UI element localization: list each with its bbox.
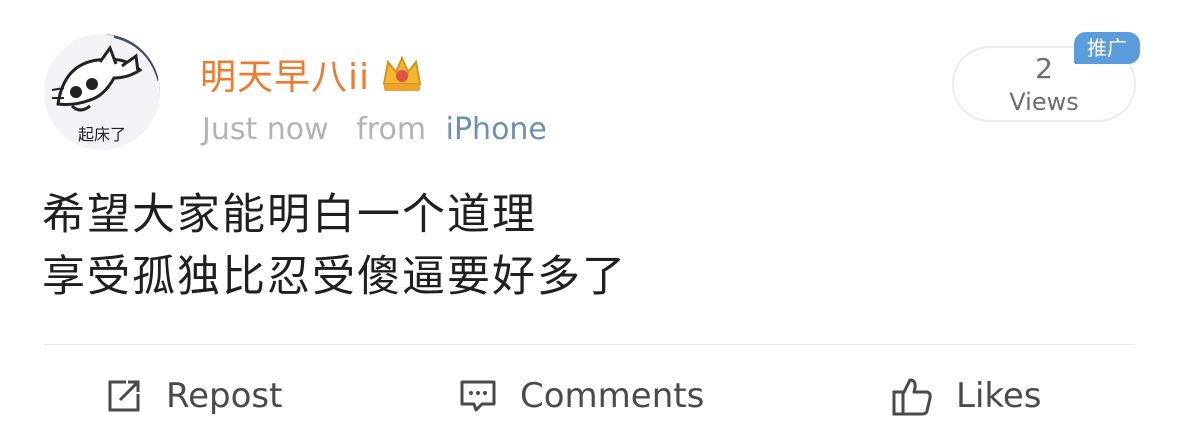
thumbs-up-icon bbox=[892, 378, 932, 416]
promo-badge: 推广 bbox=[1074, 32, 1140, 64]
likes-button[interactable]: Likes bbox=[890, 366, 1042, 426]
username-row: 明天早八ii bbox=[200, 48, 424, 100]
repost-button[interactable]: Repost bbox=[104, 366, 282, 426]
likes-label: Likes bbox=[956, 376, 1042, 416]
repost-label: Repost bbox=[166, 376, 283, 416]
comments-label: Comments bbox=[520, 376, 705, 416]
post-content-line: 希望大家能明白一个道理 bbox=[42, 190, 537, 240]
crown-icon bbox=[380, 54, 424, 94]
avatar-caption: 起床了 bbox=[78, 125, 126, 144]
post-source-device[interactable]: iPhone bbox=[446, 112, 547, 147]
avatar[interactable]: 起床了 bbox=[44, 34, 160, 150]
comments-button[interactable]: Comments bbox=[458, 366, 704, 426]
post-meta: Just now from iPhone bbox=[202, 112, 547, 147]
repost-icon bbox=[108, 380, 140, 412]
username[interactable]: 明天早八ii bbox=[200, 48, 370, 100]
comment-icon bbox=[460, 380, 496, 412]
post-timestamp: Just now bbox=[202, 112, 329, 147]
action-divider bbox=[44, 344, 1135, 345]
views-label: Views bbox=[1009, 88, 1079, 116]
post-content-line: 享受孤独比忍受傻逼要好多了 bbox=[42, 252, 627, 302]
post-content: 希望大家能明白一个道理 享受孤独比忍受傻逼要好多了 bbox=[42, 184, 627, 308]
post-source-prefix: from bbox=[356, 112, 427, 147]
